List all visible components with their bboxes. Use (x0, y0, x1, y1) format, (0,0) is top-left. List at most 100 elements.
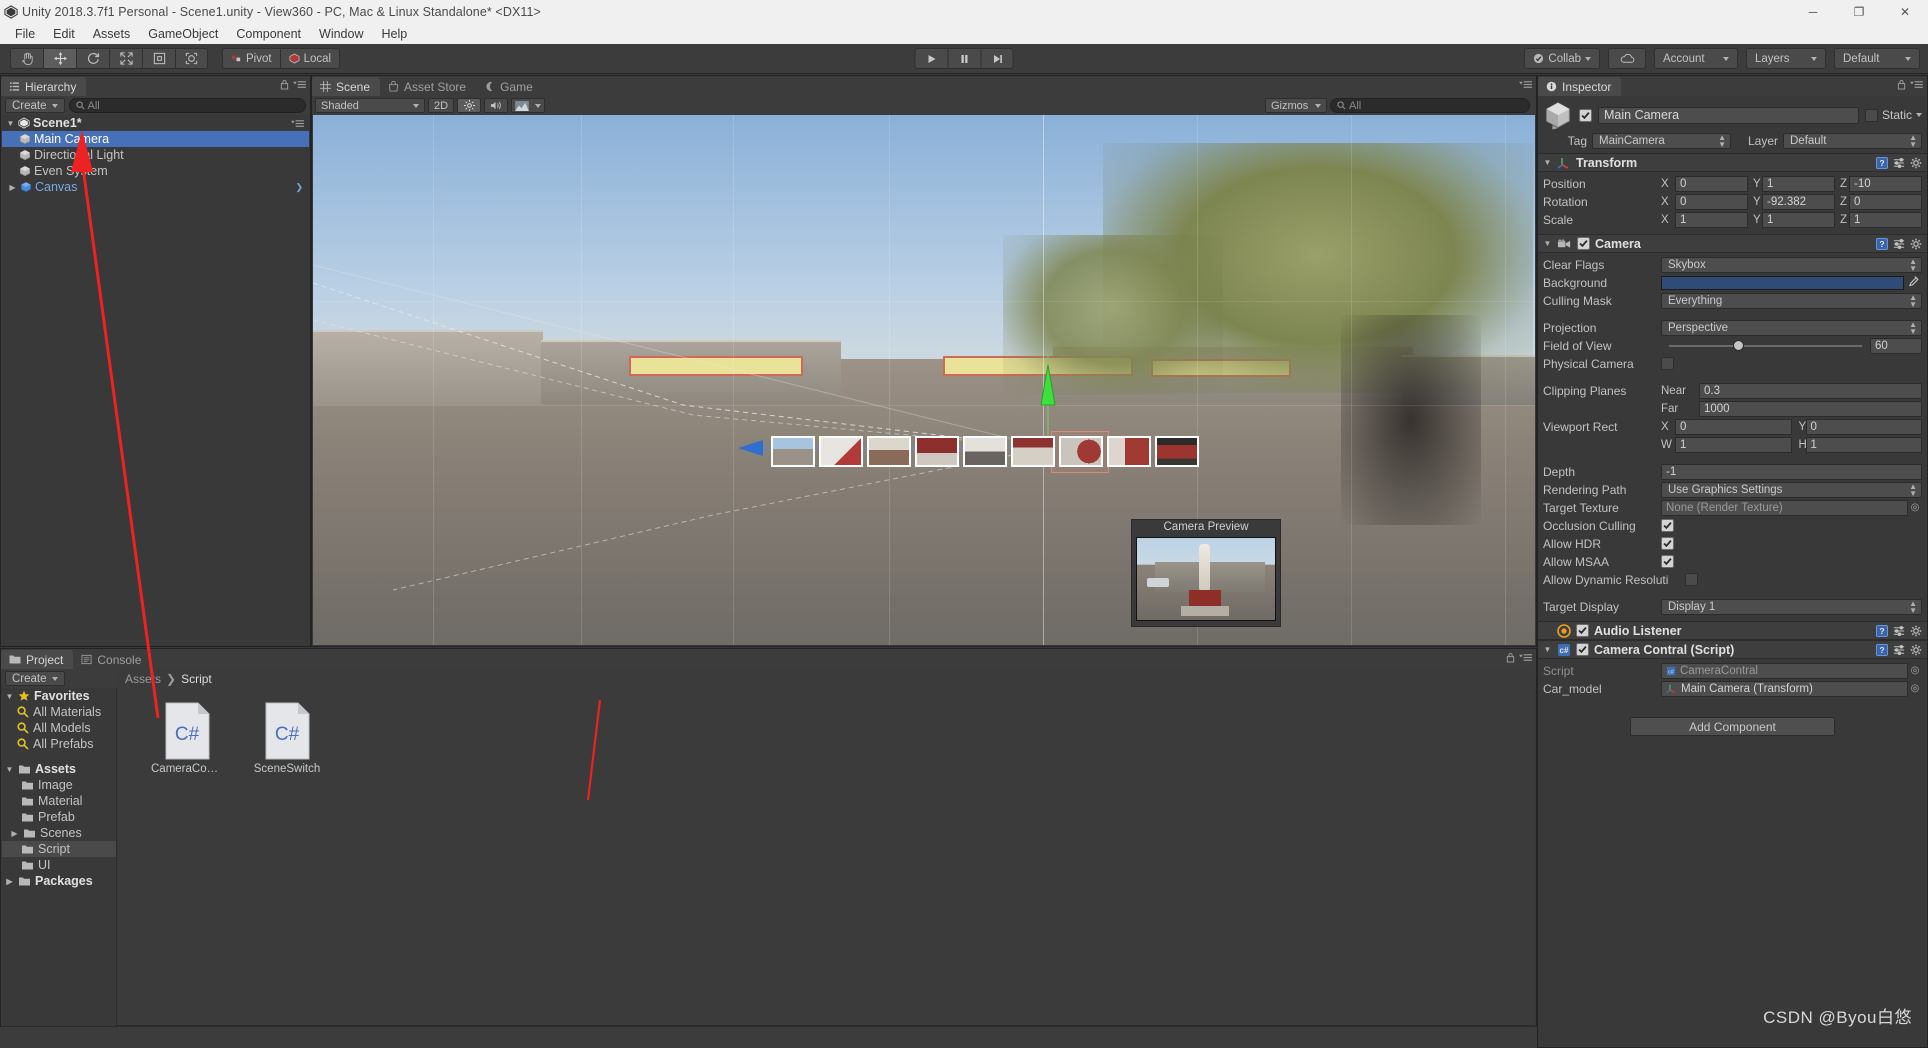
project-tree-scenes[interactable]: ▶ Scenes (2, 825, 116, 841)
clipping-near-input[interactable]: 0.3 (1699, 382, 1922, 399)
expand-triangle-icon[interactable]: ▼ (5, 692, 14, 701)
tab-scene[interactable]: Scene (312, 77, 381, 96)
layer-dropdown[interactable]: Default ▲ ▼ (1783, 133, 1922, 149)
account-button[interactable]: Account (1654, 48, 1738, 69)
hierarchy-create-button[interactable]: Create (5, 98, 65, 113)
tab-asset-store[interactable]: Asset Store (380, 77, 476, 96)
object-picker-icon[interactable]: ◎ (1908, 502, 1922, 513)
background-color-swatch[interactable] (1661, 275, 1904, 290)
expand-triangle-icon[interactable]: ▼ (1543, 645, 1552, 654)
tab-console[interactable]: Console (73, 650, 151, 669)
hierarchy-item-even-system[interactable]: Even System (2, 163, 309, 179)
layers-dropdown[interactable]: Layers (1746, 48, 1826, 69)
menu-edit[interactable]: Edit (44, 25, 84, 43)
chevron-right-icon[interactable]: ❯ (295, 182, 303, 193)
expand-triangle-icon[interactable]: ▼ (1543, 158, 1552, 167)
scale-x-input[interactable]: 1 (1675, 211, 1748, 228)
menu-assets[interactable]: Assets (84, 25, 140, 43)
component-header-transform[interactable]: ▼ Transform ? (1538, 153, 1927, 172)
script-enabled-checkbox[interactable] (1576, 643, 1589, 656)
culling-mask-dropdown[interactable]: Everything ▲ ▼ (1661, 292, 1922, 309)
project-tree-material[interactable]: Material (2, 793, 116, 809)
scale-tool-button[interactable] (109, 48, 142, 69)
local-toggle[interactable]: Local (279, 48, 341, 69)
target-display-dropdown[interactable]: Display 1 ▲ ▼ (1661, 598, 1922, 615)
position-z-input[interactable]: -10 (1849, 175, 1922, 192)
projection-dropdown[interactable]: Perspective ▲ ▼ (1661, 319, 1922, 336)
scene-thumbnail[interactable] (1155, 436, 1199, 467)
viewport-w-input[interactable]: 1 (1675, 436, 1792, 453)
cloud-button[interactable] (1608, 48, 1646, 69)
component-header-camera-contral-script[interactable]: ▼ c# Camera Contral (Script) ? (1538, 640, 1927, 659)
menu-window[interactable]: Window (310, 25, 372, 43)
rect-tool-button[interactable] (142, 48, 175, 69)
scene-thumbnail[interactable] (1011, 436, 1055, 467)
viewport-x-input[interactable]: 0 (1675, 418, 1792, 435)
tab-hierarchy[interactable]: Hierarchy (1, 77, 87, 96)
rendering-path-dropdown[interactable]: Use Graphics Settings ▲ ▼ (1661, 481, 1922, 498)
physical-camera-checkbox[interactable] (1661, 357, 1674, 370)
target-texture-objectfield[interactable]: None (Render Texture) (1661, 499, 1908, 516)
tab-inspector[interactable]: Inspector (1538, 77, 1622, 96)
expand-triangle-icon[interactable]: ▼ (1543, 239, 1552, 248)
project-tree-script[interactable]: Script (2, 841, 116, 857)
project-tree-ui[interactable]: UI (2, 857, 116, 873)
breadcrumb-assets[interactable]: Assets (125, 672, 161, 686)
breadcrumb-script[interactable]: Script (181, 672, 212, 686)
component-header-audio-listener[interactable]: ▼ Audio Listener ? (1538, 621, 1927, 640)
scene-thumbnail[interactable] (819, 436, 863, 467)
expand-triangle-icon[interactable]: ▶ (8, 183, 17, 192)
static-toggle[interactable]: Static (1864, 108, 1922, 122)
scene-thumbnail[interactable] (1107, 436, 1151, 467)
clear-flags-dropdown[interactable]: Skybox ▲ ▼ (1661, 256, 1922, 273)
project-tree-favorites[interactable]: ▼ Favorites (2, 688, 116, 704)
object-active-checkbox[interactable] (1579, 108, 1592, 122)
scale-z-input[interactable]: 1 (1849, 211, 1922, 228)
close-button[interactable]: ✕ (1882, 0, 1928, 23)
2d-toggle-button[interactable]: 2D (428, 98, 454, 113)
object-picker-icon[interactable]: ◎ (1908, 683, 1922, 694)
viewport-y-input[interactable]: 0 (1805, 418, 1922, 435)
draw-mode-dropdown[interactable]: Shaded (315, 98, 425, 113)
asset-item-sceneswitch[interactable]: C# SceneSwitch (251, 702, 323, 1024)
object-picker-icon[interactable]: ◎ (1908, 665, 1922, 676)
scene-thumbnail[interactable] (963, 436, 1007, 467)
hierarchy-item-main-camera[interactable]: Main Camera (2, 131, 309, 147)
tab-project[interactable]: Project (1, 650, 74, 669)
tag-dropdown[interactable]: MainCamera ▲ ▼ (1592, 133, 1731, 149)
maximize-button[interactable]: ❐ (1836, 0, 1882, 23)
allow-dynamic-resolution-checkbox[interactable] (1685, 573, 1698, 586)
depth-input[interactable]: -1 (1661, 463, 1922, 480)
project-tree-prefab[interactable]: Prefab (2, 809, 116, 825)
collab-button[interactable]: Collab (1524, 48, 1600, 69)
tab-game[interactable]: Game (476, 77, 543, 96)
position-y-input[interactable]: 1 (1762, 175, 1835, 192)
project-tree-all-materials[interactable]: All Materials (2, 704, 116, 720)
field-of-view-slider[interactable] (1669, 340, 1862, 351)
scale-y-input[interactable]: 1 (1762, 211, 1835, 228)
hierarchy-item-scene1[interactable]: ▼ Scene1* (2, 115, 309, 131)
hierarchy-item-directional-light[interactable]: Directional Light (2, 147, 309, 163)
allow-hdr-checkbox[interactable] (1661, 537, 1674, 550)
camera-enabled-checkbox[interactable] (1577, 237, 1590, 250)
position-x-input[interactable]: 0 (1675, 175, 1748, 192)
project-create-button[interactable]: Create (5, 671, 65, 686)
play-button[interactable] (914, 48, 948, 69)
scene-thumbnail[interactable] (771, 436, 815, 467)
pause-button[interactable] (947, 48, 981, 69)
menu-help[interactable]: Help (372, 25, 416, 43)
object-name-input[interactable]: Main Camera (1598, 106, 1859, 124)
scene-lighting-toggle[interactable] (457, 98, 481, 113)
add-component-button[interactable]: Add Component (1630, 717, 1835, 736)
audio-listener-enabled-checkbox[interactable] (1576, 624, 1589, 637)
clipping-far-input[interactable]: 1000 (1699, 400, 1922, 417)
hierarchy-search-input[interactable]: All (68, 98, 306, 113)
move-tool-button[interactable] (43, 48, 76, 69)
eyedropper-icon[interactable] (1904, 275, 1922, 290)
slider-knob[interactable] (1732, 340, 1744, 351)
pivot-toggle[interactable]: Pivot (222, 48, 280, 69)
occlusion-culling-checkbox[interactable] (1661, 519, 1674, 532)
project-tree-image[interactable]: Image (2, 777, 116, 793)
menu-component[interactable]: Component (227, 25, 310, 43)
expand-triangle-icon[interactable]: ▼ (6, 119, 15, 128)
